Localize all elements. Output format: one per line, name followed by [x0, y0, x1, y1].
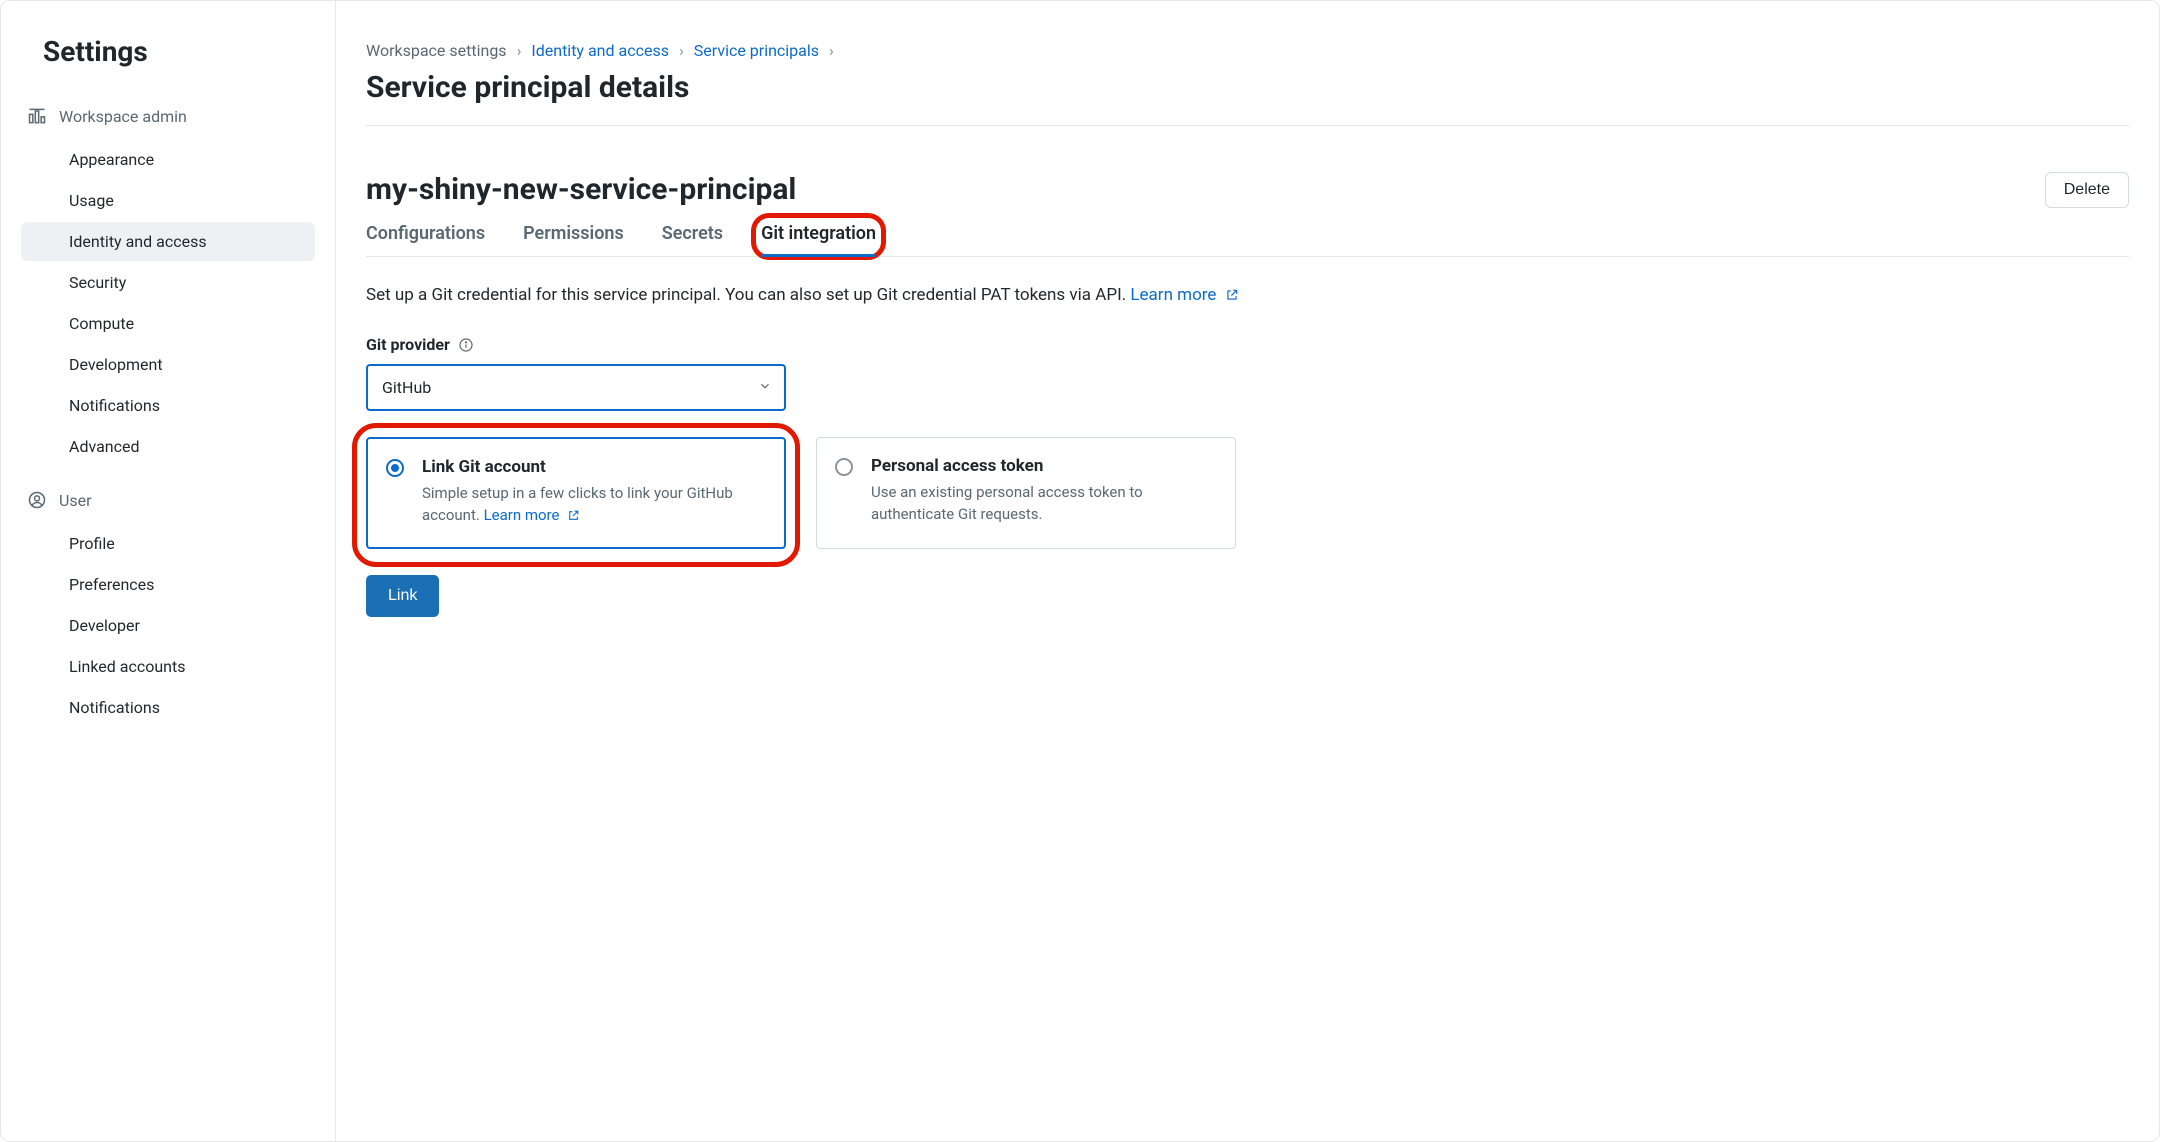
helper-text-body: Set up a Git credential for this service… [366, 285, 1130, 305]
sidebar-item-developer[interactable]: Developer [21, 606, 315, 645]
workspace-admin-icon [27, 106, 47, 126]
sidebar-item-appearance[interactable]: Appearance [21, 140, 315, 179]
sidebar-title: Settings [43, 35, 315, 68]
radio-title: Link Git account [422, 457, 766, 477]
tab-permissions[interactable]: Permissions [523, 223, 624, 256]
radio-title: Personal access token [871, 456, 1217, 476]
sidebar-item-security[interactable]: Security [21, 263, 315, 302]
sidebar-item-advanced[interactable]: Advanced [21, 427, 315, 466]
radio-desc: Use an existing personal access token to… [871, 482, 1217, 526]
page-title: Service principal details [366, 70, 2129, 105]
chevron-right-icon: › [517, 41, 522, 60]
link-button[interactable]: Link [366, 575, 439, 617]
auth-method-radio-group: Link Git account Simple setup in a few c… [366, 437, 2129, 549]
chevron-right-icon: › [829, 41, 834, 60]
tab-configurations[interactable]: Configurations [366, 223, 485, 256]
external-link-icon [1225, 287, 1239, 307]
breadcrumb-item: Workspace settings [366, 41, 507, 60]
learn-more-link[interactable]: Learn more [484, 506, 581, 524]
field-label-text: Git provider [366, 335, 450, 354]
sidebar-section-label: Workspace admin [59, 107, 187, 126]
learn-more-label: Learn more [484, 506, 560, 524]
radio-link-git-account[interactable]: Link Git account Simple setup in a few c… [366, 437, 786, 549]
sidebar-item-compute[interactable]: Compute [21, 304, 315, 343]
external-link-icon [567, 507, 580, 529]
sidebar-section-user: User [21, 484, 315, 516]
chevron-right-icon: › [679, 41, 684, 60]
sidebar-section-workspace-admin: Workspace admin [21, 100, 315, 132]
sidebar-item-usage[interactable]: Usage [21, 181, 315, 220]
learn-more-label: Learn more [1130, 285, 1216, 305]
breadcrumb-link-identity[interactable]: Identity and access [531, 41, 669, 60]
divider [366, 125, 2129, 126]
radio-personal-access-token[interactable]: Personal access token Use an existing pe… [816, 437, 1236, 549]
sidebar-section-label: User [59, 491, 92, 510]
sidebar-item-identity-and-access[interactable]: Identity and access [21, 222, 315, 261]
sidebar-nav-workspace: Appearance Usage Identity and access Sec… [21, 140, 315, 466]
sidebar-item-notifications[interactable]: Notifications [21, 386, 315, 425]
tabs: Configurations Permissions Secrets Git i… [366, 223, 2129, 257]
settings-sidebar: Settings Workspace admin Appearance Usag… [1, 1, 336, 1141]
info-icon[interactable] [458, 337, 474, 353]
radio-indicator-icon [835, 458, 853, 476]
tab-secrets[interactable]: Secrets [662, 223, 723, 256]
git-provider-select-wrap: GitHub [366, 364, 786, 411]
radio-desc: Simple setup in a few clicks to link you… [422, 483, 766, 529]
radio-indicator-icon [386, 459, 404, 477]
sidebar-item-profile[interactable]: Profile [21, 524, 315, 563]
helper-text: Set up a Git credential for this service… [366, 285, 2129, 307]
learn-more-link[interactable]: Learn more [1130, 285, 1238, 305]
tab-git-integration[interactable]: Git integration [761, 223, 876, 256]
git-provider-select[interactable]: GitHub [366, 364, 786, 411]
sidebar-item-development[interactable]: Development [21, 345, 315, 384]
delete-button[interactable]: Delete [2045, 172, 2129, 208]
sidebar-nav-user: Profile Preferences Developer Linked acc… [21, 524, 315, 727]
git-provider-label: Git provider [366, 335, 2129, 354]
tab-label: Git integration [761, 223, 876, 244]
breadcrumb-link-service-principals[interactable]: Service principals [694, 41, 819, 60]
breadcrumb: Workspace settings › Identity and access… [366, 41, 2129, 60]
main-content: Workspace settings › Identity and access… [336, 1, 2159, 1141]
sidebar-item-preferences[interactable]: Preferences [21, 565, 315, 604]
sidebar-item-user-notifications[interactable]: Notifications [21, 688, 315, 727]
sidebar-item-linked-accounts[interactable]: Linked accounts [21, 647, 315, 686]
user-icon [27, 490, 47, 510]
entity-name: my-shiny-new-service-principal [366, 172, 796, 207]
